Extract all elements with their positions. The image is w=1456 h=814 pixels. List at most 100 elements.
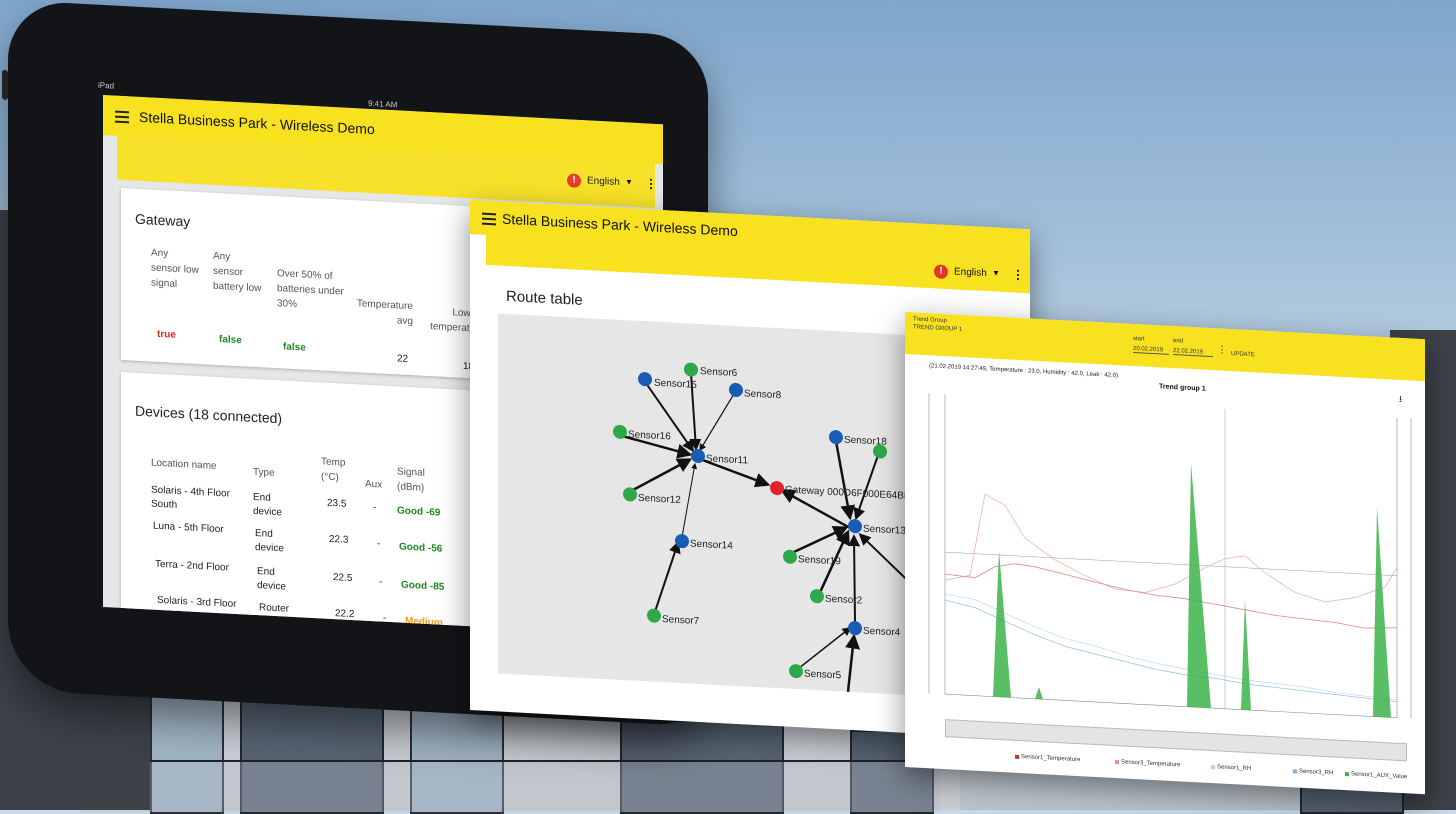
device-location: Solaris - 3rd Floor South bbox=[157, 594, 237, 622]
node-label: Sensor11 bbox=[706, 453, 748, 466]
gateway-header: Any sensor battery low bbox=[213, 250, 262, 295]
legend-marker bbox=[1211, 765, 1215, 770]
devices-header: Aux bbox=[365, 478, 383, 491]
node-sensor4[interactable] bbox=[848, 621, 862, 636]
trend-group-label: Trend Group bbox=[913, 316, 947, 325]
trend-chart-title: Trend group 1 bbox=[1159, 383, 1206, 393]
more-vert-icon[interactable]: ⋮ bbox=[1217, 344, 1227, 356]
start-date-input[interactable]: 20.02.2019 bbox=[1133, 345, 1169, 355]
node-label: Sensor7 bbox=[662, 614, 700, 627]
ipad-side-button bbox=[2, 69, 8, 100]
chevron-down-icon[interactable]: ▼ bbox=[992, 268, 1000, 277]
device-location: Luna - 5th Floor bbox=[153, 520, 224, 536]
device-signal: Good -56 bbox=[399, 541, 443, 555]
gateway-header: Over 50% of batteries under 30% bbox=[277, 268, 344, 311]
device-location: Terra - 2nd Floor bbox=[155, 558, 229, 574]
update-button[interactable]: UPDATE bbox=[1231, 351, 1255, 358]
download-icon[interactable]: ⭳ bbox=[1399, 392, 1402, 408]
legend-marker bbox=[1015, 754, 1019, 759]
node-sensor18[interactable] bbox=[829, 430, 843, 445]
devices-header: Signal (dBm) bbox=[397, 466, 425, 494]
node-label: Sensor6 bbox=[700, 366, 738, 379]
legend-marker bbox=[1115, 760, 1119, 765]
end-label: end bbox=[1173, 338, 1184, 345]
route-graph: Sensor6 Sensor15 Sensor8 Sensor16 Sensor… bbox=[613, 362, 926, 693]
devices-header: Location name bbox=[151, 457, 217, 472]
device-signal: Good -69 bbox=[397, 505, 441, 519]
legend-item[interactable]: Sensor3_Temperature bbox=[1121, 759, 1180, 768]
device-aux: - bbox=[383, 612, 387, 624]
device-temp: 23.5 bbox=[327, 497, 347, 510]
warning-icon[interactable]: ! bbox=[567, 173, 581, 189]
trend-chart bbox=[928, 393, 1412, 719]
gateway-value: 22 bbox=[397, 353, 409, 365]
series-sensor3-temperature bbox=[944, 493, 1398, 603]
more-vert-icon[interactable]: ⋮ bbox=[645, 176, 657, 191]
device-type: End device bbox=[255, 527, 284, 555]
legend-marker bbox=[1293, 769, 1297, 774]
end-date-input[interactable]: 22.02.2019 bbox=[1173, 348, 1213, 358]
node-label: Sensor16 bbox=[628, 429, 671, 442]
node-sensor11[interactable] bbox=[691, 448, 705, 464]
legend-marker bbox=[1345, 772, 1349, 777]
device-type: End device bbox=[257, 566, 286, 593]
route-title: Route table bbox=[506, 287, 583, 309]
balcony-rail bbox=[80, 760, 940, 812]
node-sensor8[interactable] bbox=[729, 382, 743, 398]
devices-title: Devices (18 connected) bbox=[135, 402, 283, 427]
device-signal: Medium -95 bbox=[405, 615, 443, 637]
gateway-title: Gateway bbox=[135, 210, 191, 230]
device-type: End device bbox=[253, 491, 282, 519]
series-sensor1-aux bbox=[993, 462, 1391, 718]
node-sensor16[interactable] bbox=[613, 424, 627, 439]
node-label: Sensor13 bbox=[863, 524, 906, 537]
devices-header: Temp (°C) bbox=[321, 456, 346, 484]
status-device-label: iPad bbox=[98, 80, 115, 91]
node-sensor7[interactable] bbox=[647, 608, 661, 623]
series-sensor1-temperature bbox=[944, 563, 1398, 629]
device-aux: - bbox=[377, 538, 381, 550]
device-signal: Good -85 bbox=[401, 579, 445, 593]
gateway-value: false bbox=[283, 341, 306, 354]
language-select[interactable]: English bbox=[587, 175, 620, 188]
node-label: Sensor15 bbox=[654, 378, 697, 391]
chart-crosshair bbox=[945, 408, 1397, 709]
series-sensor3-rh bbox=[944, 593, 1398, 701]
device-aux: - bbox=[379, 576, 383, 588]
gateway-header: Any sensor low signal bbox=[151, 247, 199, 290]
warning-icon[interactable]: ! bbox=[934, 264, 948, 280]
legend-item[interactable]: Sensor1_RH bbox=[1217, 764, 1251, 772]
menu-icon[interactable] bbox=[482, 212, 496, 216]
language-select[interactable]: English bbox=[954, 266, 987, 279]
trend-group-select[interactable]: TREND GROUP 1 bbox=[913, 324, 962, 333]
node-label: Sensor14 bbox=[690, 539, 733, 552]
device-type: Router bbox=[259, 602, 290, 615]
node-sensor6[interactable] bbox=[684, 362, 698, 377]
chevron-down-icon[interactable]: ▼ bbox=[625, 177, 633, 186]
device-temp: 22.3 bbox=[329, 533, 349, 546]
gateway-value: true bbox=[157, 328, 176, 341]
device-temp: 22.5 bbox=[333, 572, 353, 585]
menu-icon[interactable] bbox=[115, 110, 129, 114]
device-temp: 22.2 bbox=[335, 608, 355, 621]
node-label: Sensor19 bbox=[798, 554, 841, 567]
node-label: Sensor12 bbox=[638, 493, 681, 506]
node-sensor15[interactable] bbox=[638, 372, 652, 387]
legend-item[interactable]: Sensor1_Temperature bbox=[1021, 754, 1080, 763]
legend-item[interactable]: Sensor3_RH bbox=[1299, 769, 1333, 777]
node-sensor13[interactable] bbox=[848, 519, 862, 534]
gateway-header: Temperature avg bbox=[356, 298, 413, 328]
node-label: Sensor4 bbox=[863, 626, 901, 639]
legend-item[interactable]: Sensor1_AUX_Value bbox=[1351, 771, 1407, 780]
route-graph-area: Sensor6 Sensor15 Sensor8 Sensor16 Sensor… bbox=[498, 313, 926, 696]
trend-panel: Trend Group TREND GROUP 1 start 20.02.20… bbox=[905, 312, 1425, 795]
start-label: start bbox=[1133, 335, 1145, 343]
route-labels: Sensor6 Sensor15 Sensor8 Sensor16 Sensor… bbox=[628, 366, 926, 681]
trend-tooltip: (21.02.2019 14:27:49, Temperature : 23.0… bbox=[929, 363, 1119, 380]
more-vert-icon[interactable]: ⋮ bbox=[1012, 267, 1024, 282]
device-location: Solaris - 4th Floor South bbox=[151, 484, 230, 511]
device-aux: - bbox=[373, 502, 377, 514]
node-gateway[interactable] bbox=[770, 481, 784, 496]
series-sensor1-rh bbox=[944, 599, 1398, 703]
app-title: Stella Business Park - Wireless Demo bbox=[139, 108, 375, 138]
